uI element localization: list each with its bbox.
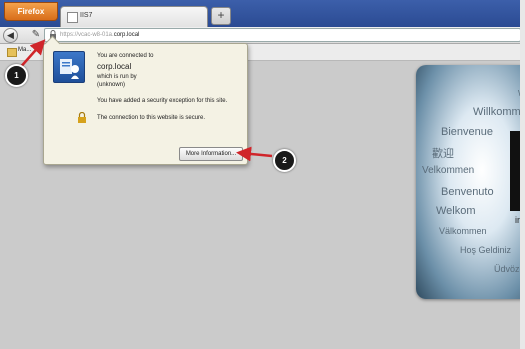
window-edge — [520, 0, 525, 349]
annotation-arrows — [17, 39, 273, 162]
callout-2: 2 — [273, 149, 296, 172]
browser-window: Firefox IIS7 + ◀ ✎ https://vcac-w8-01a.c… — [0, 0, 525, 349]
callout-1: 1 — [5, 64, 28, 87]
annotation-arrow-2 — [236, 146, 273, 162]
